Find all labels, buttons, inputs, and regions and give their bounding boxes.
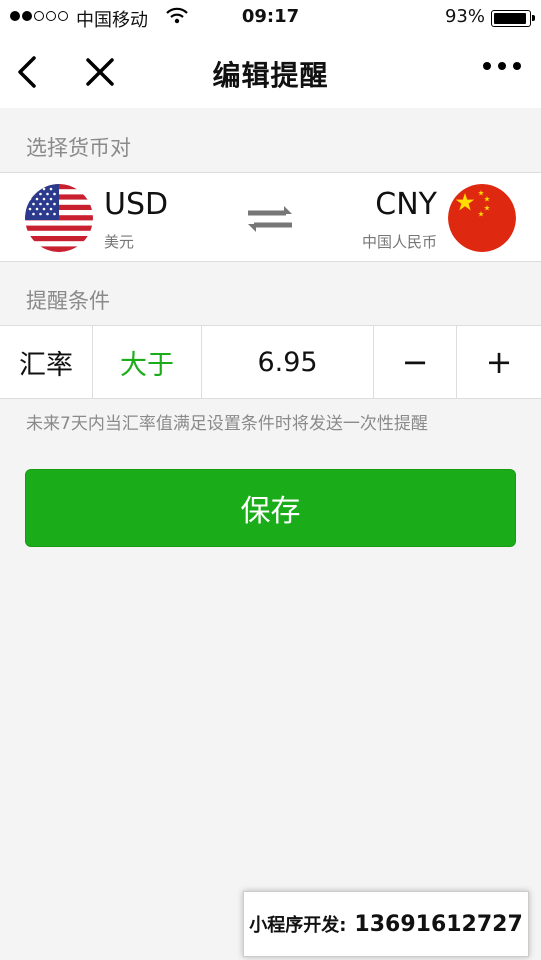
decrement-button[interactable]: − bbox=[374, 326, 456, 398]
battery-percent: 93% bbox=[444, 6, 485, 27]
status-bar: 中国移动 09:17 93% bbox=[0, 0, 541, 36]
us-flag-icon[interactable] bbox=[25, 184, 93, 252]
condition-row: 汇率 大于 6.95 − + bbox=[0, 325, 541, 399]
more-icon[interactable] bbox=[483, 62, 521, 70]
condition-section-label: 提醒条件 bbox=[26, 289, 110, 313]
from-currency-name: 美元 bbox=[104, 233, 135, 251]
battery-icon bbox=[491, 10, 535, 27]
alert-hint-text: 未来7天内当汇率值满足设置条件时将发送一次性提醒 bbox=[26, 414, 428, 434]
developer-watermark: 小程序开发: 13691612727 bbox=[243, 891, 529, 957]
page-title: 编辑提醒 bbox=[212, 59, 329, 92]
swap-arrows-icon[interactable] bbox=[246, 201, 294, 237]
rate-value-input[interactable]: 6.95 bbox=[202, 326, 373, 398]
nav-bar: 编辑提醒 bbox=[0, 36, 541, 108]
condition-type-label: 汇率 bbox=[19, 349, 73, 381]
to-currency-code[interactable]: CNY bbox=[375, 187, 437, 222]
cn-flag-icon[interactable] bbox=[448, 184, 516, 252]
increment-button[interactable]: + bbox=[457, 326, 541, 398]
from-currency-code[interactable]: USD bbox=[104, 187, 168, 222]
save-button[interactable]: 保存 bbox=[25, 469, 516, 547]
currency-pair-row: USD 美元 CNY 中国人民币 bbox=[0, 172, 541, 262]
comparator-select[interactable]: 大于 bbox=[93, 326, 201, 398]
currency-section-label: 选择货币对 bbox=[26, 136, 131, 160]
watermark-label: 小程序开发: bbox=[249, 915, 347, 936]
watermark-phone: 13691612727 bbox=[354, 911, 523, 937]
to-currency-name: 中国人民币 bbox=[361, 233, 437, 251]
